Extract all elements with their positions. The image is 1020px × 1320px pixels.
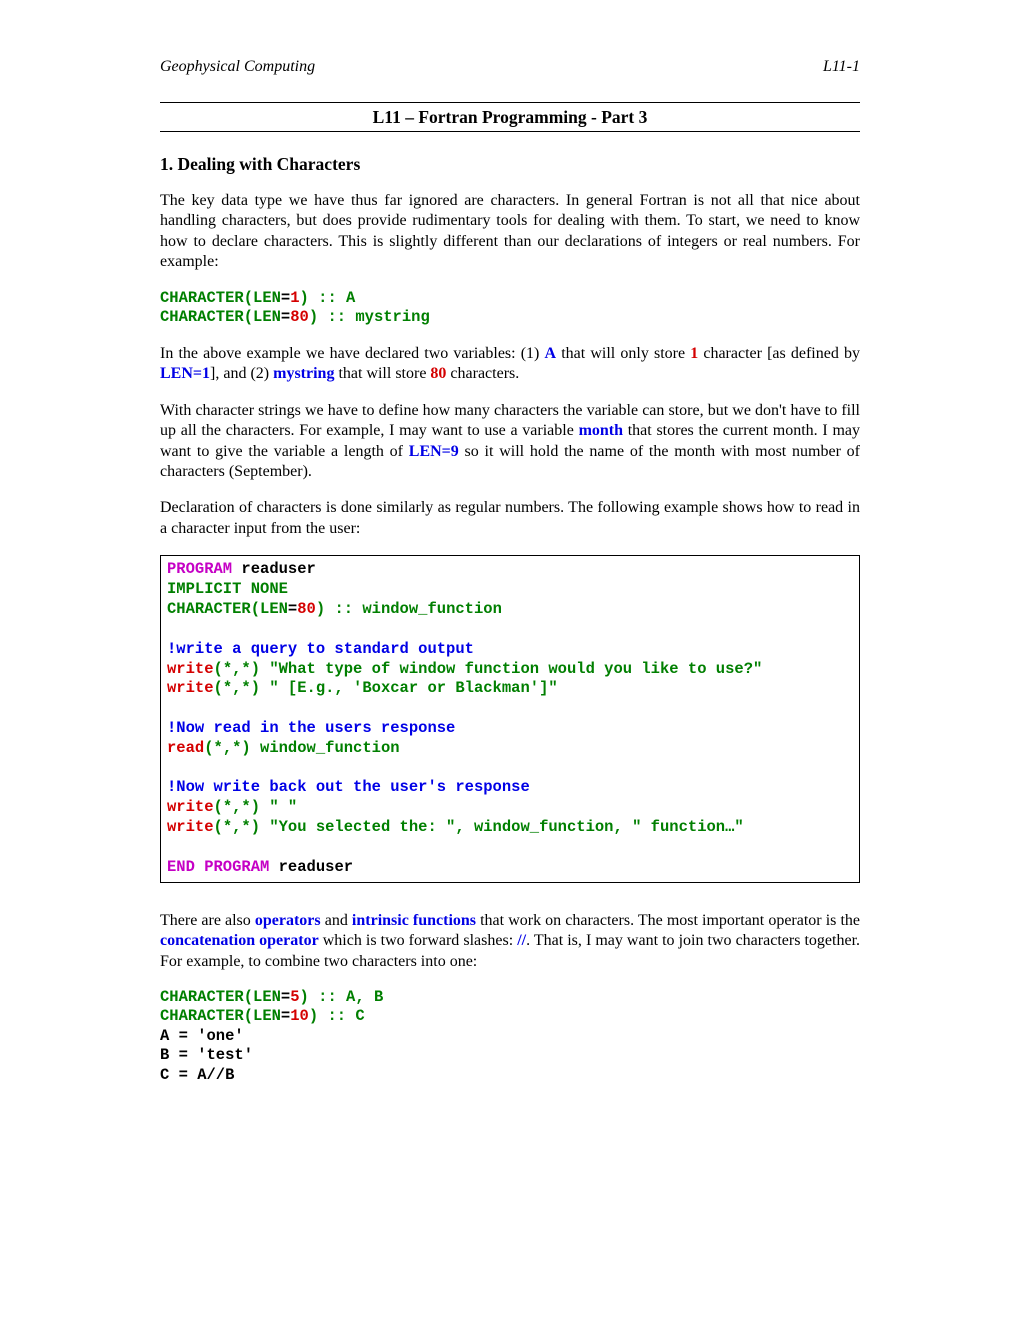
page-header: Geophysical Computing L11-1 [160,58,860,76]
code-box-readuser: PROGRAM readuser IMPLICIT NONE CHARACTER… [160,555,860,882]
code-declaration-example: CHARACTER(LEN=1) :: A CHARACTER(LEN=80) … [160,289,860,328]
title-rule-bottom [160,131,860,132]
paragraph-explain-vars: In the above example we have declared tw… [160,344,860,385]
header-left: Geophysical Computing [160,58,315,76]
paragraph-intro: The key data type we have thus far ignor… [160,191,860,273]
paragraph-month-example: With character strings we have to define… [160,401,860,483]
section-heading: 1. Dealing with Characters [160,154,860,175]
header-right: L11-1 [823,58,860,76]
paragraph-read-intro: Declaration of characters is done simila… [160,498,860,539]
page: Geophysical Computing L11-1 L11 – Fortra… [0,0,1020,1320]
paragraph-operators: There are also operators and intrinsic f… [160,911,860,972]
page-title: L11 – Fortran Programming - Part 3 [160,103,860,131]
code-concat-example: CHARACTER(LEN=5) :: A, B CHARACTER(LEN=1… [160,988,860,1085]
